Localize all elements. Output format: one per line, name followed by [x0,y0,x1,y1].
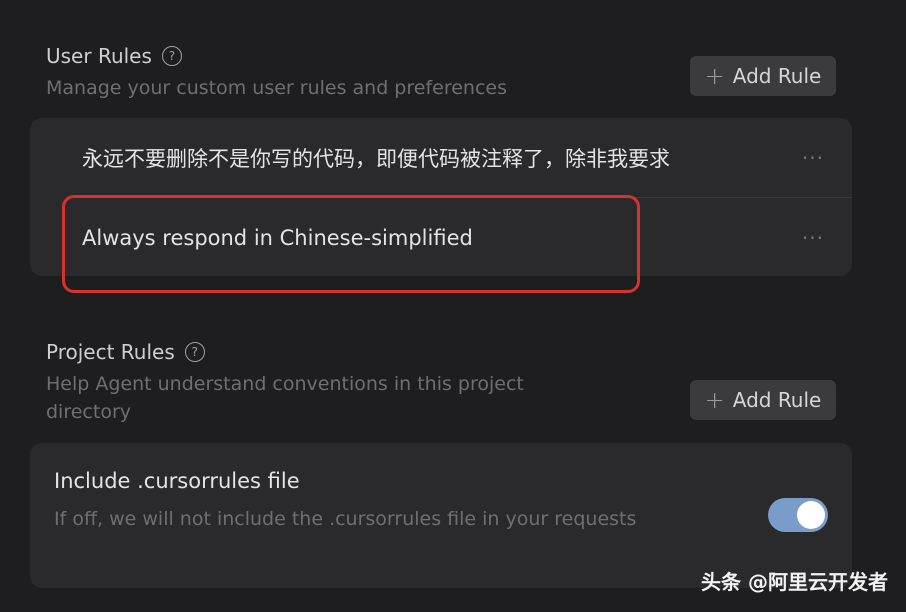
more-options-icon[interactable]: ··· [802,146,824,170]
user-rules-description: Manage your custom user rules and prefer… [46,77,507,99]
help-icon[interactable]: ? [184,342,205,362]
add-project-rule-button[interactable]: + Add Rule [690,380,836,420]
project-rules-heading: Project Rules ? [46,340,205,364]
project-rules-description-line1: Help Agent understand conventions in thi… [46,373,524,395]
list-item[interactable]: 永远不要删除不是你写的代码，即便代码被注释了，除非我要求 ··· [30,118,852,198]
rule-text[interactable]: 永远不要删除不是你写的代码，即便代码被注释了，除非我要求 [82,143,670,173]
more-options-icon[interactable]: ··· [802,226,824,250]
settings-page: User Rules ? Manage your custom user rul… [0,0,906,612]
project-rules-description-line2: directory [46,401,131,423]
plus-icon: + [704,386,725,414]
cursorrules-title: Include .cursorrules file [54,469,300,493]
project-rules-description: Help Agent understand conventions in thi… [46,370,524,426]
help-icon[interactable]: ? [161,46,182,66]
list-item[interactable]: Always respond in Chinese-simplified ··· [30,198,852,278]
user-rules-heading: User Rules ? [46,44,182,68]
watermark: 头条 @阿里云开发者 [701,570,888,594]
project-rules-title: Project Rules [46,340,175,364]
add-rule-label: Add Rule [732,388,822,412]
user-rules-title: User Rules [46,44,152,68]
toggle-knob [797,501,825,529]
cursorrules-description: If off, we will not include the .cursorr… [54,508,637,530]
cursorrules-toggle[interactable] [768,498,828,532]
add-user-rule-button[interactable]: + Add Rule [690,56,836,96]
rule-text[interactable]: Always respond in Chinese-simplified [82,226,473,250]
plus-icon: + [704,62,725,90]
user-rules-list: 永远不要删除不是你写的代码，即便代码被注释了，除非我要求 ··· Always … [30,118,852,276]
add-rule-label: Add Rule [732,64,822,88]
